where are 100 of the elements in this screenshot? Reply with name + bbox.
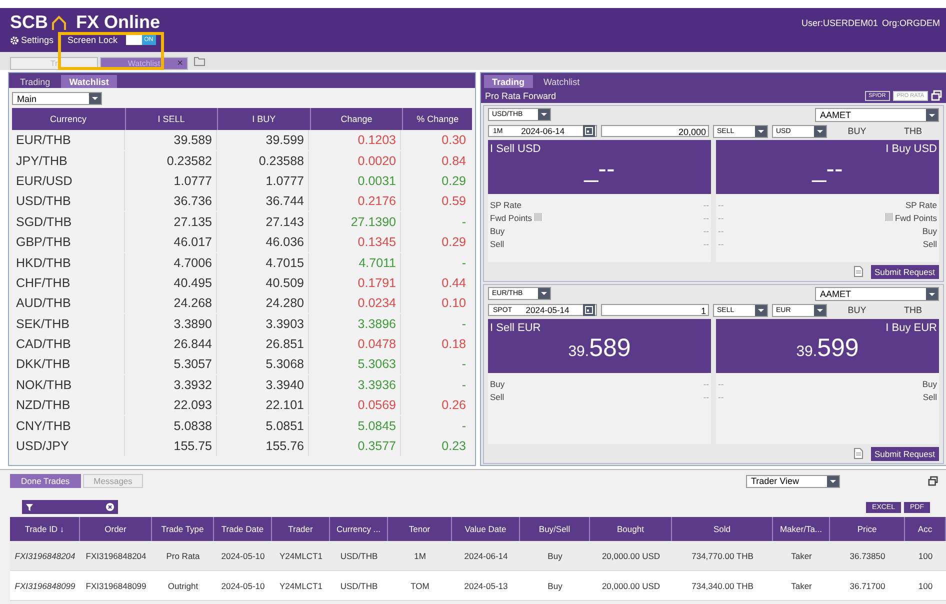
column-header[interactable]: I SELL (126, 108, 218, 130)
table-cell: 39.599 (217, 130, 309, 150)
table-cell: 22.101 (217, 395, 309, 416)
table-cell: 0.1345 (309, 232, 401, 252)
detail-value: -- (718, 392, 724, 402)
table-cell: 27.143 (217, 212, 309, 232)
view-dropdown[interactable]: Trader View (746, 474, 840, 488)
table-cell: 26.851 (217, 334, 309, 354)
user-label: User:USERDEM01 (801, 18, 878, 28)
table-cell: NOK/THB (12, 374, 125, 395)
org-label: Org:ORGDEM (882, 18, 940, 28)
table-cell: 3.3936 (309, 374, 401, 395)
table-cell-text: FXI3196848099 (84, 580, 148, 592)
dropdown-caret-icon (755, 126, 767, 136)
table-cell-text: 0.84 (440, 152, 467, 170)
panel-title: Pro Rata Forward (485, 90, 556, 100)
amount-input[interactable]: 1 (601, 304, 709, 316)
table-cell-text: 0.10 (440, 295, 467, 312)
amount-input[interactable]: 20,000 (601, 125, 709, 137)
column-header[interactable]: Change (310, 108, 404, 130)
price-tile[interactable]: I Sell USD _-- (488, 140, 711, 194)
filter-chip[interactable] (22, 500, 118, 514)
counterparty-dropdown[interactable]: AAMET (815, 108, 939, 122)
bars-icon (884, 212, 893, 220)
table-cell: 4.7011 (309, 252, 401, 273)
detail-label: Sell (490, 392, 504, 402)
detail-value: -- (703, 392, 709, 402)
price-tile[interactable]: I Sell EUR 39.589 (488, 319, 711, 373)
price-tile[interactable]: I Buy USD _-- (716, 140, 939, 194)
table-cell: EUR/USD (12, 170, 125, 191)
detail-label: Buy (922, 378, 937, 388)
table-cell-text: 0.29 (440, 234, 467, 252)
detail-value: -- (703, 238, 709, 248)
document-icon[interactable] (854, 448, 863, 459)
table-cell: 5.3063 (309, 354, 401, 374)
table-cell: SEK/THB (12, 314, 125, 334)
table-cell-text: 2024-06-14 (463, 550, 509, 562)
opposite-side-label: BUY (846, 126, 868, 136)
counterparty-dropdown[interactable]: AAMET (815, 287, 939, 301)
table-cell-text: 0.18 (440, 336, 467, 354)
settings-button[interactable]: Settings (10, 35, 54, 45)
detail-value: -- (718, 378, 724, 388)
table-cell-text: - (460, 214, 467, 231)
table-cell-text: Pro Rata (165, 550, 201, 562)
table-cell-text: - (460, 316, 467, 333)
dropdown-caret-icon (538, 288, 550, 299)
panel-tab[interactable]: Done Trades (10, 474, 81, 488)
list-dropdown[interactable]: Main (12, 92, 102, 105)
panel-tab[interactable]: Watchlist (61, 75, 117, 88)
submit-request-button[interactable]: Submit Request (870, 264, 939, 278)
restore-window-icon[interactable] (931, 90, 942, 101)
panel-tab[interactable]: Trading (484, 75, 533, 88)
detail-label: Fwd Points (490, 212, 544, 222)
table-cell-text: Taker (790, 550, 813, 562)
calendar-icon[interactable] (583, 125, 595, 137)
column-header[interactable]: I BUY (218, 108, 311, 130)
calendar-icon[interactable] (582, 304, 595, 316)
table-cell: NZD/THB (12, 395, 125, 416)
table-cell: EUR/THB (12, 130, 125, 150)
table-cell-text: Y24MLCT1 (278, 580, 324, 592)
detail-label: SP Rate (490, 200, 522, 210)
table-cell: 3.3896 (309, 314, 401, 334)
table-cell-text: FXI3196848099 (14, 580, 76, 592)
table-cell: CHF/THB (12, 272, 125, 293)
table-cell-text: 734,770.00 THB (690, 550, 754, 562)
submit-request-button[interactable]: Submit Request (870, 446, 939, 460)
table-cell-text: FXI3196848204 (14, 550, 76, 562)
table-cell: 0.23588 (217, 150, 309, 171)
brand-logo-text: SCB (10, 12, 48, 33)
table-cell: CNY/THB (12, 416, 125, 436)
folder-icon[interactable] (194, 56, 205, 66)
product-title: FX Online (76, 12, 160, 33)
table-cell: 155.76 (217, 436, 309, 456)
bars-icon (534, 212, 542, 220)
table-cell: HKD/THB (12, 252, 125, 273)
detail-label: Sell (490, 238, 504, 248)
price-tile[interactable]: I Buy EUR 39.599 (716, 319, 939, 373)
table-cell: 5.3068 (217, 354, 309, 374)
table-cell-text: FXI3196848204 (84, 550, 148, 562)
table-cell: AUD/THB (12, 293, 125, 314)
table-cell: 3.3940 (217, 374, 309, 395)
table-cell: GBP/THB (12, 232, 125, 252)
restore-window-icon[interactable] (928, 476, 938, 486)
detail-value: -- (703, 378, 709, 388)
column-header[interactable]: % Change (403, 108, 472, 130)
column-header[interactable]: Currency (12, 108, 126, 130)
document-icon[interactable] (854, 266, 863, 277)
detail-label: Buy (922, 226, 937, 236)
table-cell-text: Buy (546, 550, 564, 563)
clear-icon[interactable] (106, 503, 114, 511)
table-cell-text: 0.23 (440, 438, 467, 456)
table-cell: 27.135 (125, 212, 217, 232)
table-cell: 0.0031 (309, 170, 401, 191)
table-cell-text: 0.30 (440, 132, 467, 150)
table-cell: 39.589 (125, 130, 217, 150)
table-cell: 3.3903 (217, 314, 309, 334)
dropdown-caret-icon (814, 126, 826, 136)
dropdown-caret-icon (926, 109, 938, 121)
detail-value: -- (718, 238, 724, 248)
dropdown-caret-icon (538, 109, 550, 120)
